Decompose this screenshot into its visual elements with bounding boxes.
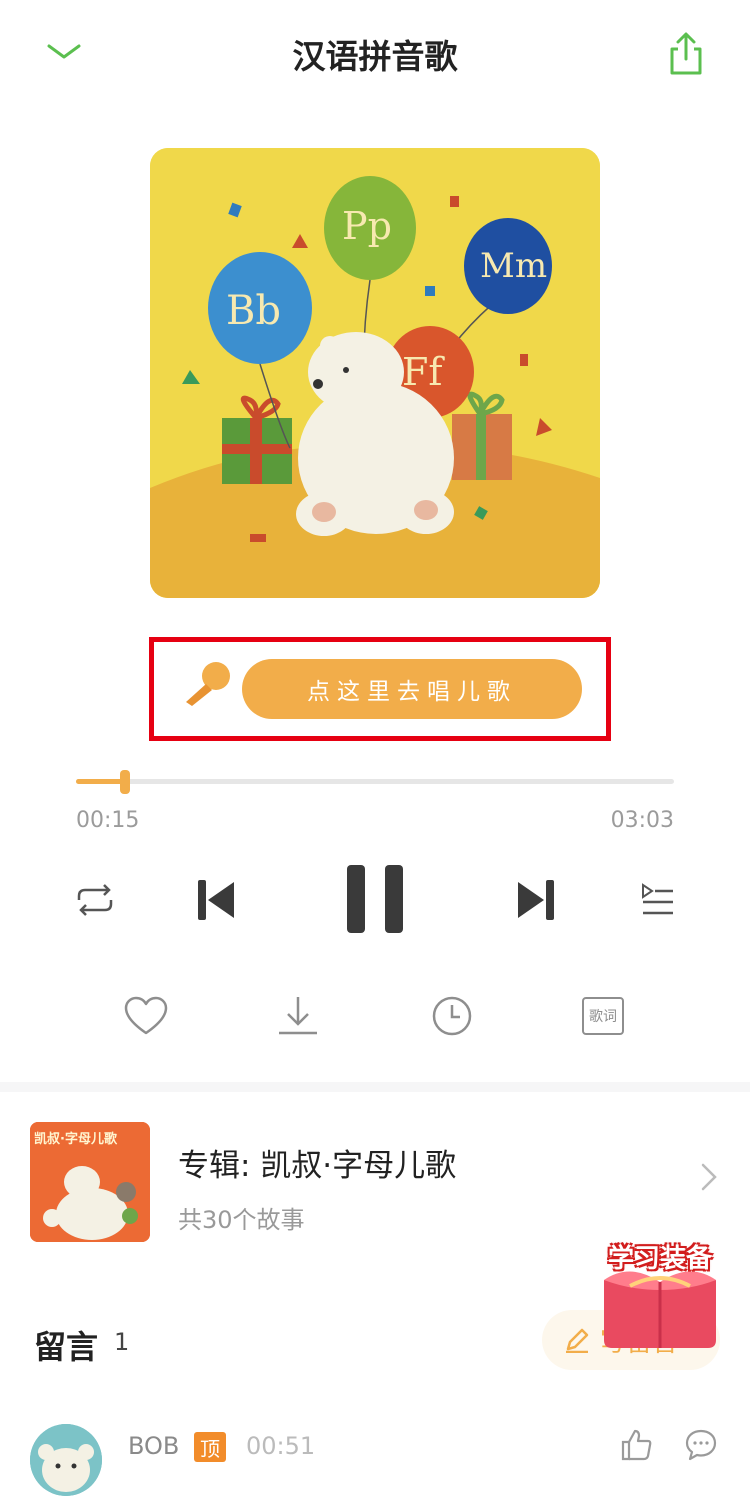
sing-along-label: 点这里去唱儿歌 <box>307 679 517 705</box>
album-row[interactable]: 凯叔·字母儿歌 专辑: 凯叔·字母儿歌 共30个故事 <box>0 1100 750 1260</box>
thumbs-up-icon <box>621 1429 652 1461</box>
album-title: 专辑: 凯叔·字母儿歌 <box>178 1148 457 1184</box>
comment-item: BOB 顶 00:51 <box>0 1400 750 1496</box>
microphone-icon <box>182 660 234 712</box>
heart-icon <box>124 996 168 1035</box>
progress-thumb[interactable] <box>120 770 130 794</box>
progress-track[interactable] <box>76 779 674 784</box>
chevron-right-icon <box>701 1163 717 1191</box>
balloon-label: Mm <box>480 246 548 286</box>
next-button[interactable] <box>508 870 564 930</box>
comment-username[interactable]: BOB <box>128 1432 179 1460</box>
balloon-label: Bb <box>226 288 281 334</box>
total-duration: 03:03 <box>610 808 674 833</box>
elapsed-time: 00:15 <box>76 808 140 833</box>
download-icon <box>279 997 317 1035</box>
progress-fill <box>76 779 125 784</box>
download-button[interactable] <box>270 988 326 1044</box>
next-icon <box>518 880 554 920</box>
pinned-badge: 顶 <box>194 1432 226 1462</box>
playlist-icon <box>642 883 673 915</box>
playlist-button[interactable] <box>628 872 686 928</box>
reply-button[interactable] <box>684 1428 724 1468</box>
timer-button[interactable] <box>424 988 480 1044</box>
sing-along-button[interactable]: 点这里去唱儿歌 <box>242 659 582 719</box>
balloon-label: Pp <box>342 204 392 248</box>
previous-icon <box>198 880 234 920</box>
comment-time: 00:51 <box>246 1432 316 1460</box>
repeat-button[interactable] <box>66 872 124 928</box>
lyrics-icon-label: 歌词 <box>589 1009 617 1025</box>
lyrics-button[interactable]: 歌词 <box>575 988 631 1044</box>
album-cover-text: 凯叔·字母儿歌 <box>34 1132 117 1147</box>
lyrics-icon: 歌词 <box>582 997 624 1035</box>
balloon-label: Ff <box>402 350 443 394</box>
favorite-button[interactable] <box>118 988 174 1044</box>
track-cover-art: Bb Pp Mm Ff <box>150 148 600 598</box>
album-story-count: 共30个故事 <box>178 1206 305 1234</box>
share-icon <box>670 32 702 75</box>
clock-icon <box>432 996 472 1036</box>
avatar[interactable] <box>30 1424 102 1496</box>
learning-gear-promo[interactable]: 学习装备 <box>598 1238 722 1350</box>
promo-label: 学习装备 <box>607 1244 712 1274</box>
repeat-icon <box>77 884 113 916</box>
page-title: 汉语拼音歌 <box>292 37 458 76</box>
comments-count: 1 <box>114 1328 130 1356</box>
album-cover: 凯叔·字母儿歌 <box>30 1122 150 1242</box>
pause-icon <box>347 865 403 933</box>
comments-heading: 留言 <box>34 1328 99 1366</box>
pause-button[interactable] <box>340 860 410 938</box>
previous-button[interactable] <box>188 870 244 930</box>
section-divider <box>0 1082 750 1092</box>
pencil-icon <box>566 1328 589 1353</box>
comment-bubble-icon <box>685 1429 717 1461</box>
like-button[interactable] <box>620 1428 660 1468</box>
share-button[interactable] <box>658 26 714 82</box>
